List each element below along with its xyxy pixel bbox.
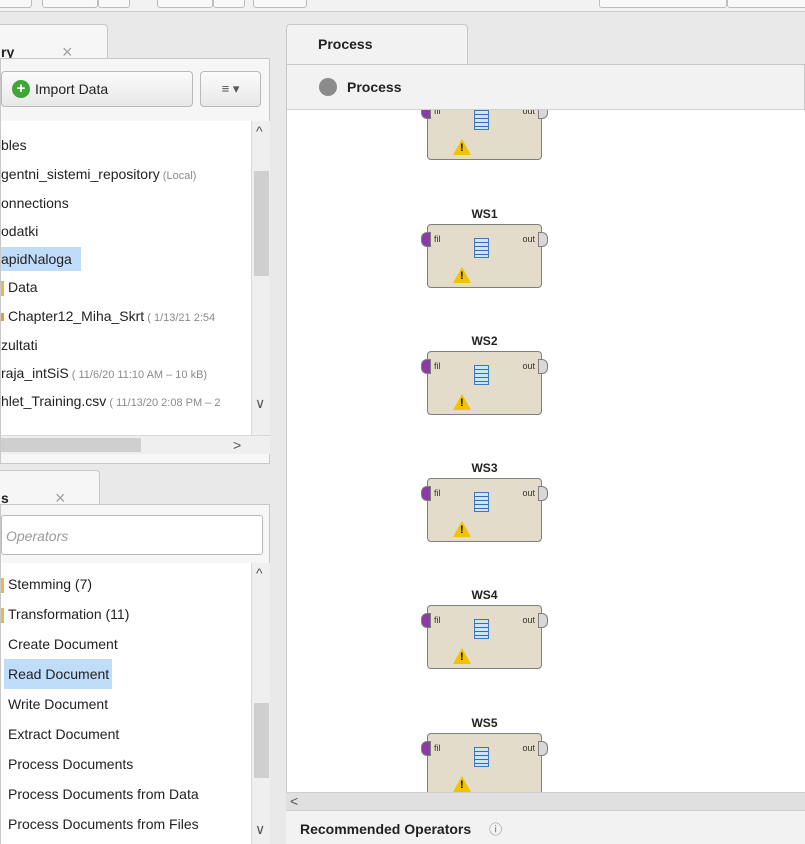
scroll-thumb[interactable] [1, 438, 141, 452]
toolbar-search[interactable] [599, 0, 727, 8]
toolbar-button[interactable] [213, 0, 245, 8]
output-port[interactable] [538, 613, 548, 628]
operator-item[interactable]: Extract Document [8, 719, 119, 749]
warning-icon [453, 139, 471, 155]
toolbar-button[interactable] [253, 0, 307, 8]
tree-item[interactable]: zultati [1, 333, 38, 357]
process-area: Process Process fil out WS1 fil out WS2 … [286, 12, 805, 844]
operator-node[interactable]: fil out [421, 733, 548, 792]
input-port[interactable] [421, 110, 431, 119]
repository-panel: + Import Data ≡ ▾ bles gentni_sistemi_re… [0, 58, 270, 464]
operator-node[interactable]: fil out [421, 605, 548, 669]
warning-icon [453, 394, 471, 410]
tab-process[interactable]: Process [286, 24, 468, 64]
repository-menu-button[interactable]: ≡ ▾ [200, 71, 261, 107]
input-port[interactable] [421, 613, 431, 628]
operator-title: WS1 [471, 207, 498, 221]
repository-hscrollbar[interactable]: > [1, 435, 270, 454]
output-port[interactable] [538, 741, 548, 756]
operator-item[interactable]: Create Document [8, 629, 118, 659]
document-icon [474, 747, 489, 767]
tree-folder[interactable]: Stemming (7) [1, 569, 92, 599]
operators-tree: Stemming (7) Transformation (11) Create … [1, 563, 251, 844]
output-port[interactable] [538, 359, 548, 374]
output-port[interactable] [538, 232, 548, 247]
tree-item[interactable]: gentni_sistemi_repository (Local) [1, 162, 196, 186]
operator-item[interactable]: Process Documents from Files [8, 809, 199, 839]
repository-vscrollbar[interactable]: ^ ∨ [251, 121, 270, 435]
scroll-down-icon[interactable]: ∨ [255, 821, 265, 838]
add-icon: + [12, 80, 30, 98]
scroll-down-icon[interactable]: ∨ [255, 395, 265, 412]
operators-vscrollbar[interactable]: ^ ∨ [251, 563, 270, 844]
input-port[interactable] [421, 232, 431, 247]
canvas-hscrollbar[interactable]: < [286, 792, 805, 810]
operator-item[interactable]: Write Document [8, 689, 108, 719]
folder-icon [1, 280, 4, 296]
document-icon [474, 110, 489, 130]
toolbar-button[interactable] [42, 0, 98, 8]
input-port[interactable] [421, 486, 431, 501]
tree-item[interactable]: odatki [1, 219, 38, 243]
info-icon[interactable]: ⓘ [489, 822, 502, 837]
recommended-operators-bar[interactable]: Recommended Operators ⓘ [286, 810, 805, 844]
breadcrumb: Process [286, 64, 805, 110]
operators-search-input[interactable]: Operators [1, 515, 263, 555]
tree-item[interactable]: bles [1, 133, 27, 157]
top-toolbar [0, 0, 805, 12]
output-port[interactable] [538, 110, 548, 119]
operator-title: WS3 [471, 461, 498, 475]
warning-icon [453, 648, 471, 664]
operator-item-selected[interactable]: Read Document [4, 659, 113, 689]
scroll-up-icon[interactable]: ^ [256, 123, 263, 139]
scroll-thumb[interactable] [254, 703, 269, 778]
recommended-operators-label: Recommended Operators [300, 821, 472, 837]
tree-folder[interactable]: Transformation (11) [1, 599, 129, 629]
document-icon [474, 365, 489, 385]
process-icon [319, 78, 337, 96]
process-icon [1, 313, 4, 322]
tree-item[interactable]: raja_intSiS ( 11/6/20 11:10 AM – 10 kB) [1, 361, 207, 385]
input-port[interactable] [421, 359, 431, 374]
operator-title: WS2 [471, 334, 498, 348]
repository-tree: bles gentni_sistemi_repository (Local) o… [1, 121, 251, 435]
warning-icon [453, 521, 471, 537]
folder-icon [1, 577, 4, 593]
warning-icon [453, 776, 471, 792]
tree-item[interactable]: Data [1, 275, 38, 299]
scroll-thumb[interactable] [254, 171, 269, 276]
folder-icon [1, 607, 4, 623]
operator-title: WS4 [471, 588, 498, 602]
warning-icon [453, 267, 471, 283]
import-data-label: Import Data [35, 81, 109, 97]
output-port[interactable] [538, 486, 548, 501]
operator-item[interactable]: Process Documents [8, 749, 133, 779]
tree-item[interactable]: onnections [1, 191, 69, 215]
document-icon [474, 238, 489, 258]
operator-node[interactable]: fil out [421, 110, 548, 160]
process-canvas[interactable]: fil out WS1 fil out WS2 fil out WS3 [286, 110, 805, 792]
scroll-right-icon[interactable]: > [233, 437, 241, 453]
operator-node[interactable]: fil out [421, 224, 548, 288]
operator-node[interactable]: fil out [421, 478, 548, 542]
toolbar-button[interactable] [157, 0, 213, 8]
tree-item[interactable]: hlet_Training.csv ( 11/13/20 2:08 PM – 2 [1, 389, 220, 413]
tree-item-selected[interactable]: apidNaloga [1, 247, 81, 271]
breadcrumb-label[interactable]: Process [347, 79, 401, 95]
document-icon [474, 619, 489, 639]
left-column: ry × + Import Data ≡ ▾ bles gentni_siste… [0, 12, 278, 844]
operator-node[interactable]: fil out [421, 351, 548, 415]
document-icon [474, 492, 489, 512]
toolbar-button[interactable] [98, 0, 130, 8]
operator-item[interactable]: Process Documents from Data [8, 779, 199, 809]
input-port[interactable] [421, 741, 431, 756]
scroll-up-icon[interactable]: ^ [256, 565, 263, 581]
tree-item[interactable]: Chapter12_Miha_Skrt ( 1/13/21 2:54 [1, 304, 215, 328]
operators-panel: Operators Stemming (7) Transformation (1… [0, 504, 270, 844]
import-data-button[interactable]: + Import Data [1, 71, 193, 107]
toolbar-button[interactable] [727, 0, 805, 8]
operator-title: WS5 [471, 716, 498, 730]
scroll-left-icon[interactable]: < [290, 793, 298, 809]
toolbar-button[interactable] [0, 0, 32, 8]
